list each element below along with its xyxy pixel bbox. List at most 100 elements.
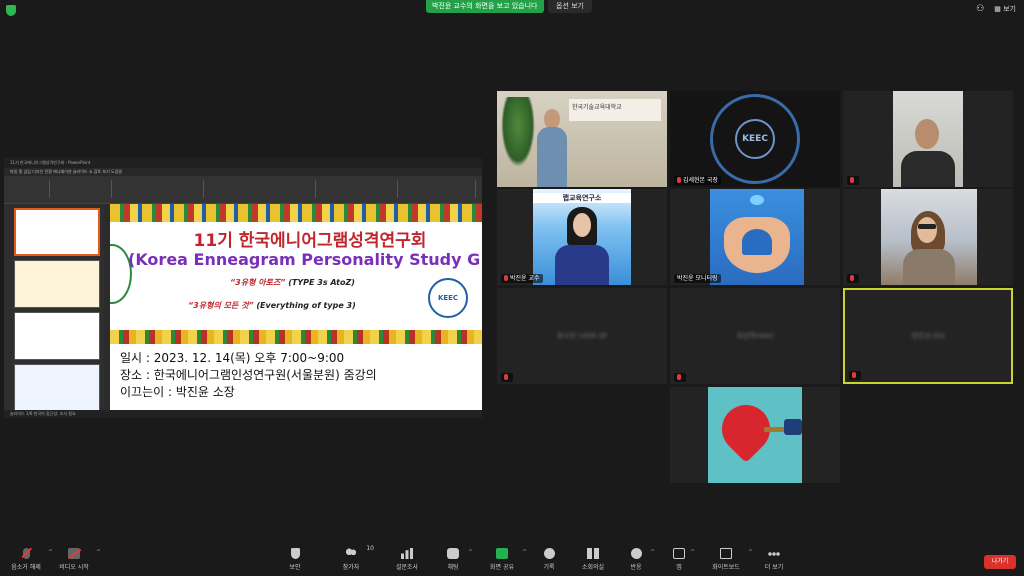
participant-tile[interactable] <box>670 387 840 483</box>
participant-tile[interactable]: 최선학(4ds) <box>670 288 840 384</box>
view-label: 보기 <box>1003 5 1016 13</box>
participant-video <box>708 387 802 483</box>
mic-muted-icon <box>504 275 508 281</box>
apps-icon <box>673 548 685 559</box>
chevron-up-icon[interactable]: ^ <box>96 549 101 556</box>
view-options-button[interactable]: 옵션 보기 <box>548 0 592 13</box>
security-shield-icon[interactable] <box>6 5 16 16</box>
chevron-up-icon[interactable]: ^ <box>650 549 655 556</box>
mic-muted-icon <box>850 177 854 183</box>
slide-date-line: 일시 : 2023. 12. 14(목) 오후 7:00~9:00 <box>120 351 345 365</box>
share-screen-button[interactable]: 화면 공유 ^ <box>486 548 527 571</box>
mic-muted-icon <box>677 177 681 183</box>
chat-icon <box>447 548 459 559</box>
security-button[interactable]: 보안 <box>282 548 308 571</box>
user-icon[interactable]: ⚇ <box>976 4 984 14</box>
polls-button[interactable]: 설문조사 <box>391 548 423 571</box>
view-button[interactable]: ▦ 보기 <box>994 4 1016 14</box>
record-button[interactable]: 기록 <box>538 548 560 571</box>
security-label: 보안 <box>289 564 301 571</box>
participant-name <box>674 373 686 382</box>
ppt-menu-bar: 파일 홈 삽입 디자인 전환 애니메이션 슬라이드 쇼 검토 보기 도움말 <box>4 168 482 176</box>
slide-thumbnail[interactable] <box>14 208 100 256</box>
participant-name-text: 박진윤 모니터링 <box>677 275 718 282</box>
participant-tile[interactable] <box>843 189 1013 285</box>
whiteboard-button[interactable]: 화이트보드 ^ <box>708 548 753 571</box>
wall-sign: 한국기술교육대학교 <box>569 99 661 121</box>
reactions-label: 반응 <box>630 564 642 571</box>
subtitle-2-highlight: “3유형의 모든 것” <box>188 301 254 310</box>
participant-video <box>710 189 804 285</box>
mic-muted-icon <box>852 372 856 378</box>
grid-icon: ▦ <box>994 5 1004 13</box>
bar-chart-icon <box>401 548 413 559</box>
ppt-body: 11기 한국에니어그램성격연구회 (Korea Enneagram Person… <box>4 204 482 412</box>
meeting-toolbar: 음소거 해제 ^ 비디오 시작 ^ 보안 참가자 10 설문조사 채팅 ^ 화면… <box>0 540 1024 576</box>
slide-thumbnail[interactable] <box>14 312 100 360</box>
blurred-name: 양진선 Ool <box>911 332 945 340</box>
ppt-title-bar: 11기 한국에니어그램성격연구회 - PowerPoint <box>4 158 482 168</box>
reactions-button[interactable]: 반응 ^ <box>626 548 655 571</box>
apps-button[interactable]: 앱 ^ <box>672 548 695 571</box>
participants-count: 10 <box>366 545 374 552</box>
participant-name: 박진윤 모니터링 <box>674 274 721 283</box>
video-banner-text: 랩교육연구소 <box>533 193 631 203</box>
chevron-up-icon[interactable]: ^ <box>522 549 527 556</box>
participant-tile[interactable]: 랩교육연구소 박진윤 교수 <box>497 189 667 285</box>
participant-name: 김세현본 국장 <box>674 176 722 185</box>
participant-name: 박진윤 교수 <box>501 274 543 283</box>
participant-tile[interactable]: KEEC 김세현본 국장 <box>670 91 840 187</box>
ppt-status-bar: 슬라이드 1/6 한국어 접근성: 조사 필요 <box>4 410 482 418</box>
view-controls: ⚇ ▦ 보기 <box>976 4 1016 14</box>
polls-label: 설문조사 <box>395 564 419 571</box>
participant-video <box>893 91 963 187</box>
slide-place-line: 장소 : 한국에니어그램인성연구원(서울분원) 줌강의 <box>120 368 377 382</box>
people-icon <box>345 548 357 559</box>
slide-leader-line: 이끄는이 : 박진윤 소장 <box>120 385 235 399</box>
ribbon-group <box>400 180 476 198</box>
mic-off-icon <box>22 548 30 559</box>
ribbon-group <box>318 180 398 198</box>
participant-name <box>849 371 861 380</box>
rooms-icon <box>587 548 599 559</box>
slide-thumbnail[interactable] <box>14 364 100 412</box>
participant-tile-active-speaker[interactable]: 양진선 Ool <box>843 288 1013 384</box>
slide-thumbnail[interactable] <box>14 260 100 308</box>
participant-video <box>881 189 977 285</box>
participant-name <box>501 373 513 382</box>
participants-button[interactable]: 참가자 10 <box>338 545 374 571</box>
more-button[interactable]: 더 보기 <box>762 548 786 571</box>
participant-tile[interactable]: 정수진 1009 SP <box>497 288 667 384</box>
ribbon-group <box>10 180 50 198</box>
participant-tile[interactable] <box>843 91 1013 187</box>
whiteboard-label: 화이트보드 <box>712 564 740 571</box>
chevron-up-icon[interactable]: ^ <box>690 549 695 556</box>
apps-label: 앱 <box>676 564 682 571</box>
blurred-name: 최선학(4ds) <box>736 332 774 340</box>
subtitle-1-highlight: “3유형 아토즈” <box>230 278 286 287</box>
more-dots-icon <box>768 548 780 559</box>
shared-screen[interactable]: 11기 한국에니어그램성격연구회 - PowerPoint 파일 홈 삽입 디자… <box>4 158 482 418</box>
ribbon-group <box>114 180 204 198</box>
participant-tile[interactable]: 한국기술교육대학교 <box>497 91 667 187</box>
shield-icon <box>290 548 300 559</box>
unmute-button[interactable]: 음소거 해제 ^ <box>8 548 53 571</box>
chat-button[interactable]: 채팅 ^ <box>442 548 473 571</box>
ribbon-group <box>206 180 316 198</box>
breakout-rooms-button[interactable]: 소회의실 <box>578 548 608 571</box>
participant-name-text: 박진윤 교수 <box>510 275 540 282</box>
chevron-up-icon[interactable]: ^ <box>748 549 753 556</box>
participant-name-text: 김세현본 국장 <box>683 177 719 184</box>
camera-off-icon <box>68 548 80 559</box>
smiley-icon <box>630 548 642 559</box>
leave-button[interactable]: 나가기 <box>984 555 1016 569</box>
screen-share-banner: 박진윤 교수의 화면을 보고 있습니다 <box>426 0 544 13</box>
participant-tile[interactable]: 박진윤 모니터링 <box>670 189 840 285</box>
keec-emblem: KEEC <box>710 94 800 184</box>
chevron-up-icon[interactable]: ^ <box>468 549 473 556</box>
participant-video: 랩교육연구소 <box>533 189 631 285</box>
chevron-up-icon[interactable]: ^ <box>48 549 53 556</box>
top-bar: 박진윤 교수의 화면을 보고 있습니다 옵션 보기 ⚇ ▦ 보기 <box>0 0 1024 20</box>
participant-name <box>847 274 859 283</box>
start-video-button[interactable]: 비디오 시작 ^ <box>56 548 101 571</box>
